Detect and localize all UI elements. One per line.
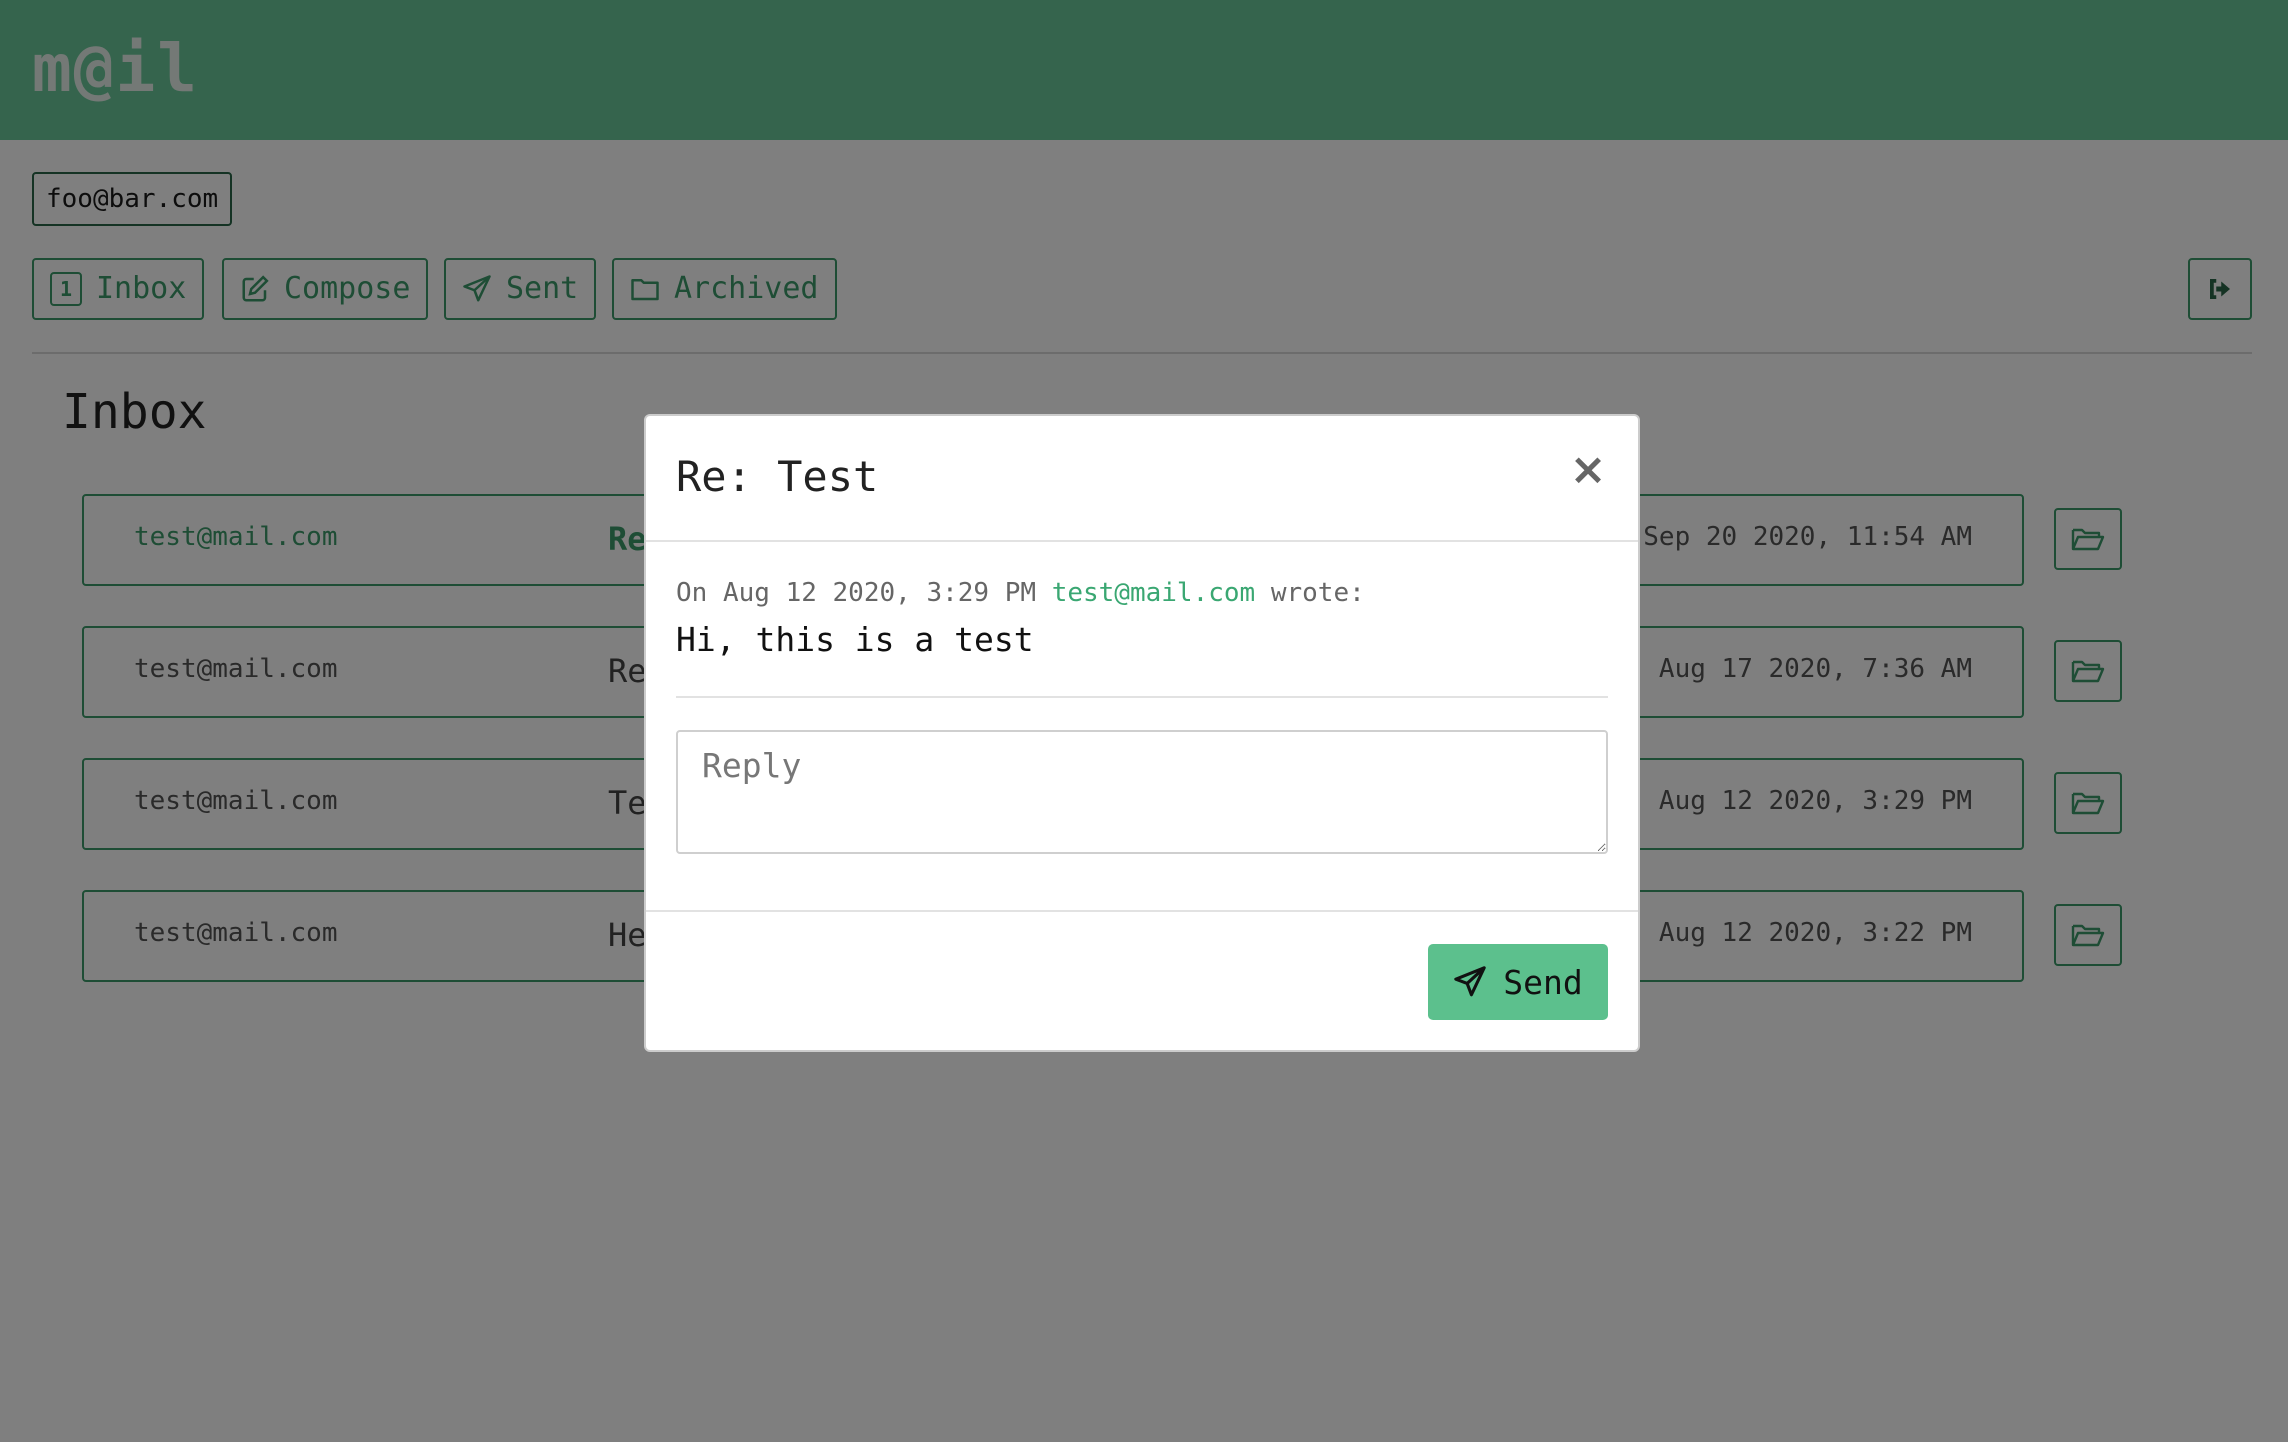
modal-header-divider xyxy=(646,540,1638,542)
quote-suffix: wrote: xyxy=(1270,578,1365,608)
send-button[interactable]: Send xyxy=(1428,944,1608,1020)
quoted-message-meta: On Aug 12 2020, 3:29 PM test@mail.com wr… xyxy=(676,578,1365,608)
reply-input[interactable] xyxy=(676,730,1608,854)
quote-prefix: On Aug 12 2020, 3:29 PM xyxy=(676,578,1037,608)
send-button-label: Send xyxy=(1503,962,1583,1002)
close-icon[interactable]: × xyxy=(1568,448,1608,492)
quote-divider xyxy=(676,696,1608,698)
mail-app: m@il foo@bar.com 1 Inbox Compose Sent Ar… xyxy=(0,0,2288,1442)
paper-plane-icon xyxy=(1454,966,1486,997)
modal-footer-divider xyxy=(646,910,1638,912)
modal-title: Re: Test xyxy=(676,452,879,501)
quoted-message-body: Hi, this is a test xyxy=(676,620,1034,659)
quote-sender-link[interactable]: test@mail.com xyxy=(1052,578,1256,608)
reply-modal: Re: Test × On Aug 12 2020, 3:29 PM test@… xyxy=(644,414,1640,1052)
